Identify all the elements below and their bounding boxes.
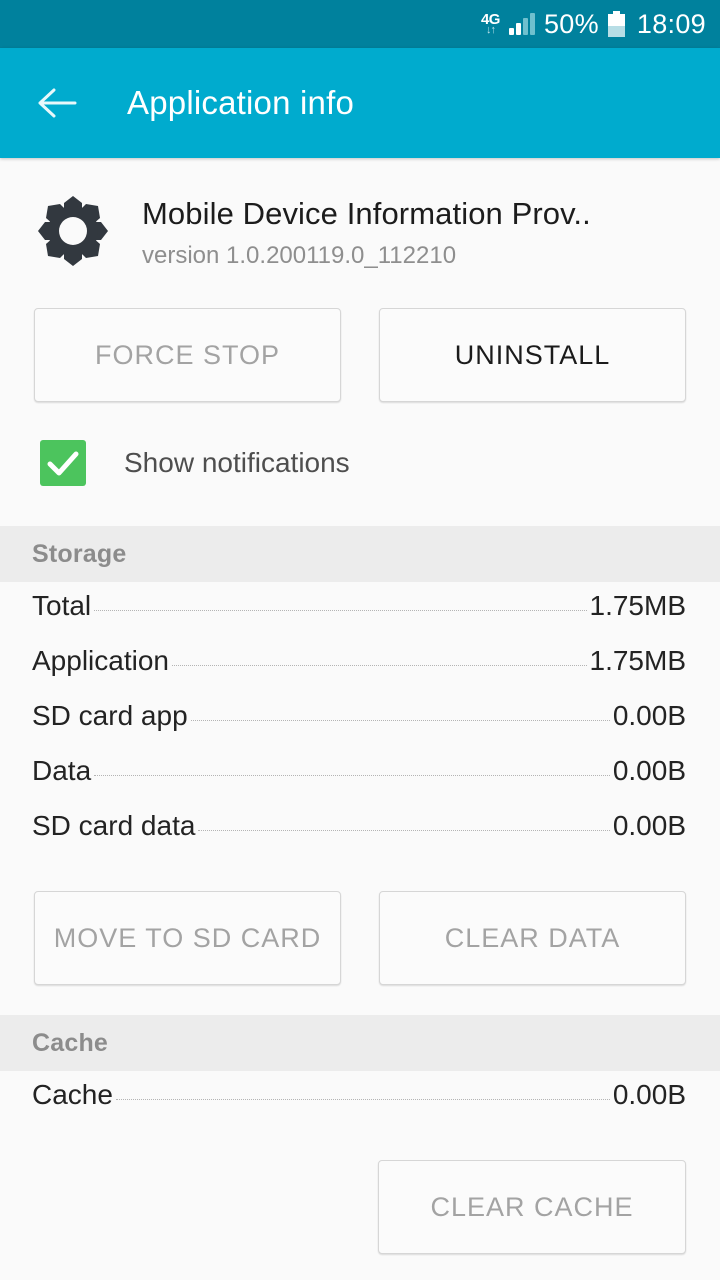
action-bar: Application info xyxy=(0,48,720,158)
page-title: Application info xyxy=(127,84,355,121)
row-value: 0.00B xyxy=(612,755,686,786)
leader-dots xyxy=(198,830,610,831)
network-type-icon: 4G ↓↑ xyxy=(481,12,501,36)
clear-cache-button[interactable]: CLEAR CACHE xyxy=(378,1160,686,1254)
table-row: SD card data 0.00B xyxy=(0,810,720,865)
row-value: 1.75MB xyxy=(589,590,687,621)
storage-section-header: Storage xyxy=(0,526,720,582)
leader-dots xyxy=(115,1099,610,1100)
checkmark-icon xyxy=(47,451,79,476)
app-action-buttons: FORCE STOP UNINSTALL xyxy=(0,270,720,402)
row-value: 0.00B xyxy=(612,1079,686,1110)
table-row: Application 1.75MB xyxy=(0,645,720,700)
button-spacer xyxy=(34,1160,340,1254)
leader-dots xyxy=(171,665,587,666)
app-version-label: version 1.0.200119.0_112210 xyxy=(142,242,457,269)
row-label: Application xyxy=(32,645,169,676)
row-label: Total xyxy=(32,590,92,621)
status-bar: 4G ↓↑ 50% 18:09 xyxy=(0,0,720,48)
table-row: Cache 0.00B xyxy=(0,1079,720,1134)
cache-section-header: Cache xyxy=(0,1015,720,1071)
leader-dots xyxy=(190,720,610,721)
signal-bars-icon xyxy=(508,13,535,35)
show-notifications-row[interactable]: Show notifications xyxy=(0,402,720,526)
show-notifications-checkbox[interactable] xyxy=(40,440,86,486)
row-label: Data xyxy=(32,755,92,786)
table-row: Total 1.75MB xyxy=(0,590,720,645)
clock-label: 18:09 xyxy=(636,8,706,39)
row-value: 0.00B xyxy=(612,700,686,731)
gear-icon xyxy=(34,192,112,270)
row-label: SD card app xyxy=(32,700,188,731)
table-row: SD card app 0.00B xyxy=(0,700,720,755)
app-header: Mobile Device Information Prov.. version… xyxy=(0,158,720,270)
clear-data-button[interactable]: CLEAR DATA xyxy=(379,891,686,985)
row-value: 0.00B xyxy=(612,810,686,841)
row-label: Cache xyxy=(32,1079,113,1110)
app-name-label: Mobile Device Information Prov.. xyxy=(142,196,591,231)
uninstall-button[interactable]: UNINSTALL xyxy=(379,308,686,402)
application-info-screen: 4G ↓↑ 50% 18:09 Application info Mobile … xyxy=(0,0,720,1280)
force-stop-button[interactable]: FORCE STOP xyxy=(34,308,341,402)
table-row: Data 0.00B xyxy=(0,755,720,810)
row-label: SD card data xyxy=(32,810,196,841)
move-to-sd-card-button[interactable]: MOVE TO SD CARD xyxy=(34,891,341,985)
cache-action-buttons: CLEAR CACHE xyxy=(0,1134,720,1280)
leader-dots xyxy=(94,775,610,776)
cache-list: Cache 0.00B xyxy=(0,1071,720,1134)
row-value: 1.75MB xyxy=(589,645,687,676)
leader-dots xyxy=(94,610,587,611)
battery-icon xyxy=(607,11,625,37)
show-notifications-label: Show notifications xyxy=(124,447,350,478)
battery-percent-label: 50% xyxy=(543,8,599,39)
storage-action-buttons: MOVE TO SD CARD CLEAR DATA xyxy=(0,865,720,1015)
storage-list: Total 1.75MB Application 1.75MB SD card … xyxy=(0,582,720,865)
back-arrow-icon[interactable] xyxy=(34,80,80,126)
data-transfer-arrows-icon: ↓↑ xyxy=(485,24,496,36)
